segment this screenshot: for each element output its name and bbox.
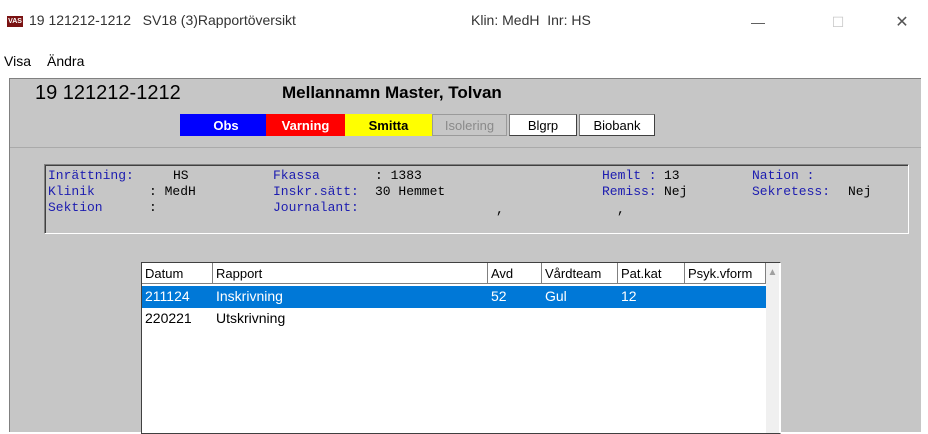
sekretess-label: Sekretess:: [752, 184, 831, 199]
menu-bar: Visa Ändra: [0, 48, 928, 76]
app-logo-icon: VAS: [7, 16, 23, 27]
klinik-label: Klinik: [48, 184, 95, 199]
cell-datum: 211124: [145, 288, 190, 304]
comma-mark: ,: [617, 202, 625, 217]
minimize-button[interactable]: —: [736, 6, 780, 38]
maximize-button[interactable]: ☐: [816, 6, 860, 38]
biobank-button[interactable]: Biobank: [579, 114, 655, 136]
cell-avd: 52: [491, 288, 507, 304]
column-header-vardteam[interactable]: Vårdteam: [542, 263, 618, 284]
klinik-value: : MedH: [149, 184, 196, 199]
window-title: 19 121212-1212 SV18 (3)Rapportöversikt: [29, 12, 296, 28]
column-header-datum[interactable]: Datum: [142, 263, 213, 284]
cell-datum: 220221: [145, 310, 192, 326]
title-bar: VAS 19 121212-1212 SV18 (3)Rapportöversi…: [0, 0, 928, 44]
close-icon: ✕: [895, 14, 909, 31]
minimize-icon: —: [751, 14, 765, 30]
varning-button[interactable]: Varning: [266, 114, 345, 136]
column-header-psyk-vform[interactable]: Psyk.vform: [685, 263, 766, 284]
isolering-button[interactable]: Isolering: [432, 114, 507, 136]
inskrivningssatt-label: Inskr.sätt:: [273, 184, 359, 199]
fkassa-value: : 1383: [375, 168, 422, 183]
main-panel: 19 121212-1212 Mellannamn Master, Tolvan…: [9, 78, 921, 434]
remiss-value: Nej: [664, 184, 688, 199]
journalant-value: ,: [496, 202, 504, 217]
scroll-up-arrow-icon[interactable]: ▲: [766, 267, 779, 278]
klinik-info: Klin: MedH Inr: HS: [471, 12, 591, 28]
patient-info-box: Inrättning: HS Klinik : MedH Sektion : F…: [44, 164, 909, 234]
sektion-value: :: [149, 200, 157, 215]
menu-visa[interactable]: Visa: [4, 53, 31, 69]
divider: [10, 147, 921, 148]
menu-andra[interactable]: Ändra: [47, 53, 84, 69]
close-button[interactable]: ✕: [880, 6, 924, 38]
hemlt-value: 13: [664, 168, 680, 183]
cell-patkat: 12: [621, 288, 637, 304]
cell-rapport: Inskrivning: [216, 288, 283, 304]
column-header-avd[interactable]: Avd: [488, 263, 542, 284]
cell-rapport: Utskrivning: [216, 310, 286, 326]
inrattning-label: Inrättning:: [48, 168, 134, 183]
remiss-label: Remiss:: [602, 184, 657, 199]
hemlt-label: Hemlt :: [602, 168, 657, 183]
inrattning-value: HS: [173, 168, 189, 183]
nation-label: Nation :: [752, 168, 815, 183]
obs-button[interactable]: Obs: [180, 114, 272, 136]
table-row[interactable]: 220221 Utskrivning: [142, 308, 778, 330]
fkassa-label: Fkassa: [273, 168, 320, 183]
report-list[interactable]: Datum Rapport Avd Vårdteam Pat.kat Psyk.…: [141, 262, 781, 434]
sekretess-value: Nej: [848, 184, 872, 199]
list-scrollbar[interactable]: ▲: [766, 263, 779, 433]
column-header-rapport[interactable]: Rapport: [213, 263, 488, 284]
column-header-patkat[interactable]: Pat.kat: [618, 263, 685, 284]
table-row[interactable]: 211124 Inskrivning 52 Gul 12: [142, 286, 778, 308]
journalant-label: Journalant:: [273, 200, 359, 215]
smitta-button[interactable]: Smitta: [345, 114, 432, 136]
inskrivningssatt-value: 30 Hemmet: [375, 184, 446, 199]
patient-personnummer: 19 121212-1212: [35, 82, 181, 104]
cell-vardteam: Gul: [545, 288, 567, 304]
patient-name: Mellannamn Master, Tolvan: [282, 83, 502, 102]
sektion-label: Sektion: [48, 200, 103, 215]
blgrp-button[interactable]: Blgrp: [509, 114, 577, 136]
maximize-icon: ☐: [831, 13, 845, 30]
